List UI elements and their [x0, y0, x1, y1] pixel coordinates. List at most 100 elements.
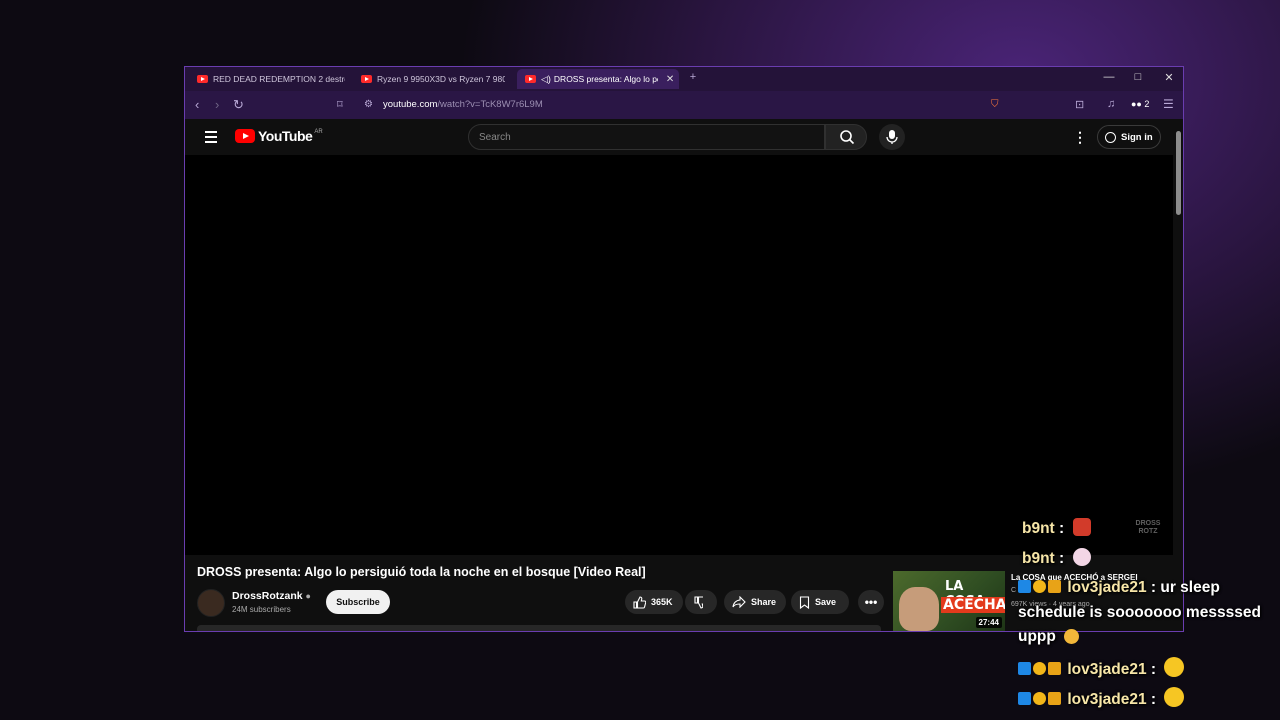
search-box: [468, 124, 825, 150]
chat-text: uppp: [1018, 628, 1056, 645]
thumbs-up-icon: [633, 595, 646, 609]
new-tab-button[interactable]: +: [683, 71, 703, 83]
music-icon[interactable]: ♫: [1107, 98, 1115, 110]
site-settings-icon[interactable]: ⚙: [364, 99, 373, 110]
chat-username: lov3jade21: [1067, 691, 1147, 708]
angry-emote-icon: [1072, 518, 1091, 536]
chat-message: lov3jade21 :: [1018, 657, 1185, 679]
extensions-button[interactable]: ●● 2: [1131, 99, 1149, 109]
kitty-emote-icon: [1072, 548, 1091, 566]
subscribe-button[interactable]: Subscribe: [326, 590, 390, 614]
prime-badge-icon: [1018, 580, 1031, 593]
crying-emote-icon: [1064, 629, 1080, 644]
chat-message: lov3jade21 : ur sleep: [1018, 579, 1220, 597]
country-code: AR: [314, 129, 323, 135]
chat-text: : ur sleep: [1150, 579, 1220, 596]
channel-name-text: DrossRotzank: [232, 590, 303, 602]
youtube-icon: [361, 75, 372, 83]
scroll-thumb[interactable]: [1176, 131, 1181, 215]
share-icon: [732, 596, 746, 608]
search-button[interactable]: [825, 124, 867, 150]
maximize-button[interactable]: □: [1128, 71, 1148, 83]
youtube-header: YouTube AR ⋮ Sign in: [185, 119, 1173, 155]
scrollbar[interactable]: [1173, 119, 1183, 631]
close-window-button[interactable]: ✕: [1159, 71, 1179, 84]
sign-in-label: Sign in: [1121, 131, 1153, 143]
reload-icon[interactable]: ↻: [233, 97, 244, 113]
tab-dross[interactable]: ◁) DROSS presenta: Algo lo persigui ✕: [517, 69, 679, 89]
video-player[interactable]: [185, 155, 1173, 555]
more-options-icon[interactable]: ⋮: [1073, 129, 1087, 146]
url-path: /watch?v=TcK8W7r6L9M: [437, 99, 543, 110]
tier-badge-icon: [1033, 580, 1046, 593]
like-button[interactable]: 365K: [625, 590, 683, 614]
tab-ryzen[interactable]: Ryzen 9 9950X3D vs Ryzen 7 9800X3D: [353, 69, 505, 89]
tab-label: RED DEAD REDEMPTION 2 destrozó: [213, 74, 345, 84]
tier-badge-icon: [1033, 692, 1046, 705]
search-input[interactable]: [469, 125, 819, 149]
channel-name[interactable]: DrossRotzank ●: [232, 590, 311, 602]
verified-icon: ●: [305, 591, 311, 601]
url-field[interactable]: youtube.com/watch?v=TcK8W7r6L9M: [383, 99, 543, 110]
logo-text: YouTube: [258, 128, 313, 144]
video-duration: 27:44: [975, 617, 1002, 628]
bookmark-icon[interactable]: ⌑: [337, 98, 343, 111]
close-icon[interactable]: ✕: [666, 74, 674, 85]
more-horizontal-icon: •••: [864, 595, 878, 609]
thumbnail-face: [899, 587, 939, 631]
speaker-icon: ◁): [541, 73, 551, 84]
like-count: 365K: [651, 597, 673, 607]
tab-label: DROSS presenta: Algo lo persigui: [553, 74, 658, 84]
sign-in-button[interactable]: Sign in: [1097, 125, 1161, 149]
thumbnail-text-2: ACECHA: [941, 597, 1005, 613]
tab-label: Ryzen 9 9950X3D vs Ryzen 7 9800X3D: [377, 74, 505, 84]
menu-icon[interactable]: ☰: [1163, 97, 1174, 111]
youtube-logo[interactable]: YouTube AR: [235, 128, 323, 144]
microphone-icon: [886, 130, 898, 144]
sidebar-icon[interactable]: ⊡: [1075, 98, 1084, 111]
hamburger-icon[interactable]: [205, 131, 217, 146]
share-button[interactable]: Share: [724, 590, 786, 614]
sleepy-emote-icon: [1164, 687, 1185, 707]
prime-badge-icon: [1018, 662, 1031, 675]
chat-message-end: uppp: [1018, 628, 1080, 646]
chat-message: lov3jade21 :: [1018, 687, 1185, 709]
chat-username: b9nt: [1022, 550, 1055, 567]
stream-watermark-logo: DROSS ROTZ: [1135, 520, 1161, 535]
minimize-button[interactable]: —: [1099, 71, 1119, 83]
recommendation-thumbnail[interactable]: LA COSA ACECHA 27:44: [893, 571, 1005, 631]
save-button[interactable]: Save: [791, 590, 849, 614]
dislike-button[interactable]: [685, 590, 717, 614]
crown-badge-icon: [1048, 580, 1061, 593]
prime-badge-icon: [1018, 692, 1031, 705]
chat-username: lov3jade21: [1067, 661, 1147, 678]
address-bar: ‹ › ↻ ⌑ ⚙ youtube.com/watch?v=TcK8W7r6L9…: [185, 91, 1183, 119]
save-label: Save: [815, 597, 837, 607]
back-icon[interactable]: ‹: [195, 97, 199, 112]
youtube-play-icon: [235, 129, 255, 143]
recommendation-channel[interactable]: C: [1011, 587, 1016, 594]
crown-badge-icon: [1048, 692, 1061, 705]
channel-avatar[interactable]: [197, 589, 225, 617]
extension-count: 2: [1144, 99, 1150, 109]
youtube-icon: [525, 75, 536, 83]
thumbs-down-icon: [694, 595, 703, 609]
chat-message: b9nt :: [1022, 548, 1091, 568]
comment-section-edge: [197, 625, 881, 631]
chat-text-continued: schedule is sooooooo messssed: [1018, 604, 1261, 621]
youtube-icon: [197, 75, 208, 83]
forward-icon: ›: [215, 97, 220, 112]
tab-rdr2[interactable]: RED DEAD REDEMPTION 2 destrozó: [189, 69, 345, 89]
voice-search-button[interactable]: [879, 124, 905, 150]
bookmark-icon: [799, 595, 810, 609]
sleepy-emote-icon: [1164, 657, 1185, 677]
more-actions-button[interactable]: •••: [858, 590, 884, 614]
crown-badge-icon: [1048, 662, 1061, 675]
chat-message: b9nt :: [1022, 518, 1091, 538]
tier-badge-icon: [1033, 662, 1046, 675]
shield-icon[interactable]: ⛉: [991, 99, 999, 110]
account-icon: [1105, 131, 1116, 143]
video-title: DROSS presenta: Algo lo persiguió toda l…: [197, 565, 646, 579]
chat-username: b9nt: [1022, 520, 1055, 537]
chat-username: lov3jade21: [1067, 579, 1147, 596]
